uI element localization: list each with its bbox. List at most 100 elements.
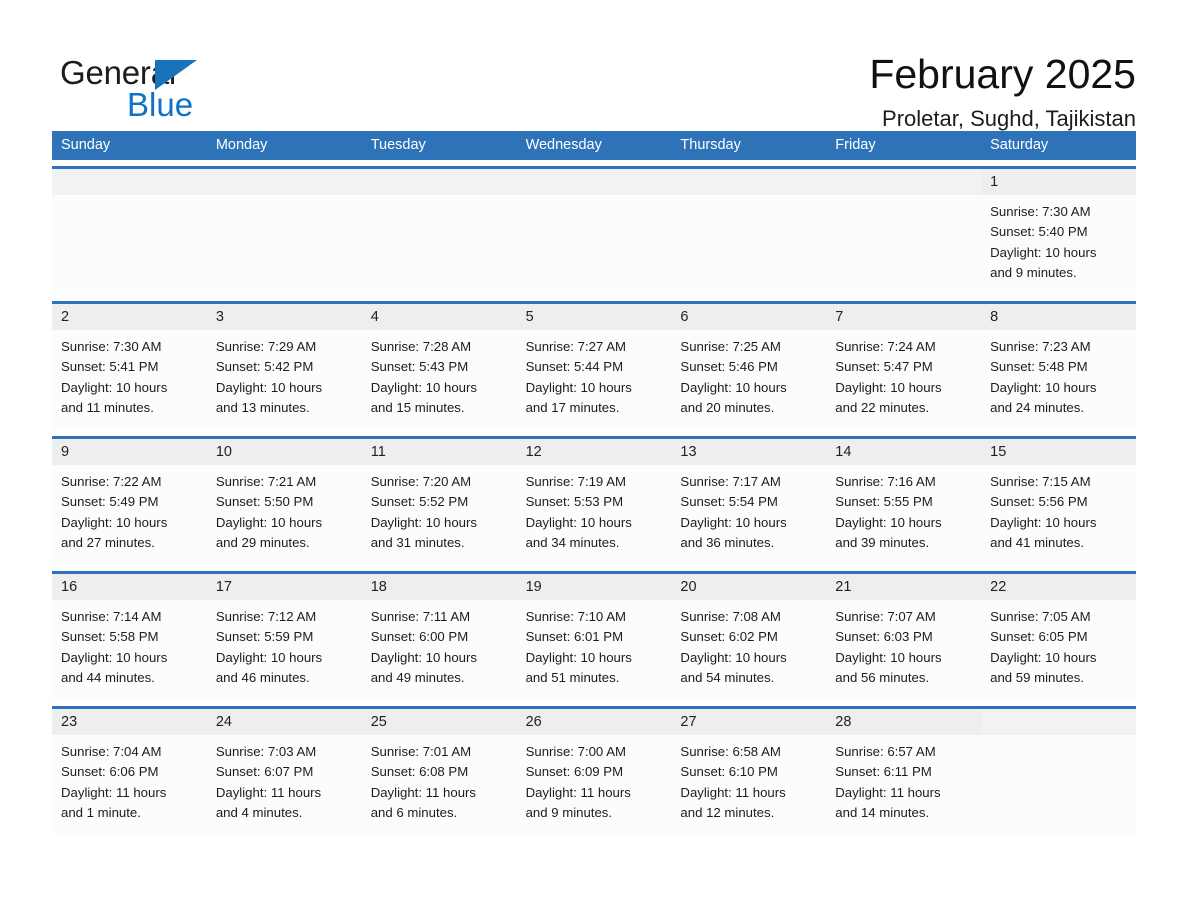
sunset-text: Sunset: 6:11 PM xyxy=(835,764,932,780)
day-cell-11[interactable]: 11 Sunrise: 7:20 AM Sunset: 5:52 PM Dayl… xyxy=(361,439,517,565)
day-cell-1[interactable]: 1 Sunrise: 7:30 AM Sunset: 5:40 PM Dayli… xyxy=(981,169,1136,295)
day-details: Sunrise: 7:24 AM Sunset: 5:47 PM Dayligh… xyxy=(826,330,981,430)
day-cell-26[interactable]: 26 Sunrise: 7:00 AM Sunset: 6:09 PM Dayl… xyxy=(516,709,672,835)
day-number: 6 xyxy=(680,309,689,325)
daylight-text-line1: Daylight: 11 hours xyxy=(525,784,631,800)
day-cell-23[interactable]: 23 Sunrise: 7:04 AM Sunset: 6:06 PM Dayl… xyxy=(52,709,207,835)
sunrise-text: Sunrise: 7:17 AM xyxy=(680,474,781,489)
daylight-text-line1: Daylight: 10 hours xyxy=(525,379,632,395)
day-number-band xyxy=(826,169,982,195)
day-details: Sunrise: 7:30 AM Sunset: 5:41 PM Dayligh… xyxy=(52,330,207,430)
sunrise-text: Sunrise: 7:01 AM xyxy=(370,744,472,759)
day-cell-15[interactable]: 15 Sunrise: 7:15 AM Sunset: 5:56 PM Dayl… xyxy=(981,439,1136,565)
day-number-band: 22 xyxy=(981,574,1136,600)
day-cell-18[interactable]: 18 Sunrise: 7:11 AM Sunset: 6:00 PM Dayl… xyxy=(361,574,517,700)
sunset-text: Sunset: 5:58 PM xyxy=(61,629,159,645)
daylight-text-line1: Daylight: 10 hours xyxy=(61,379,168,395)
sunrise-text: Sunrise: 7:27 AM xyxy=(525,339,626,354)
day-details xyxy=(362,195,517,295)
day-number: 7 xyxy=(835,309,844,325)
day-number-band xyxy=(981,709,1136,735)
daylight-text-line1: Daylight: 10 hours xyxy=(835,649,942,665)
day-details: Sunrise: 7:08 AM Sunset: 6:02 PM Dayligh… xyxy=(671,600,826,700)
day-number-band xyxy=(516,169,672,195)
day-cell-21[interactable]: 21 Sunrise: 7:07 AM Sunset: 6:03 PM Dayl… xyxy=(826,574,982,700)
weekday-header-sunday: Sunday xyxy=(61,137,111,153)
day-number-band: 13 xyxy=(671,439,827,465)
sunset-text: Sunset: 5:49 PM xyxy=(61,494,159,510)
day-cell-7[interactable]: 7 Sunrise: 7:24 AM Sunset: 5:47 PM Dayli… xyxy=(826,304,982,430)
day-cell-12[interactable]: 12 Sunrise: 7:19 AM Sunset: 5:53 PM Dayl… xyxy=(516,439,672,565)
page-title: February 2025 xyxy=(869,51,1136,97)
daylight-text-line1: Daylight: 11 hours xyxy=(215,784,322,800)
day-cell-8[interactable]: 8 Sunrise: 7:23 AM Sunset: 5:48 PM Dayli… xyxy=(981,304,1136,430)
day-details: Sunrise: 7:05 AM Sunset: 6:05 PM Dayligh… xyxy=(981,600,1136,700)
day-cell-22[interactable]: 22 Sunrise: 7:05 AM Sunset: 6:05 PM Dayl… xyxy=(981,574,1136,700)
sunrise-text: Sunrise: 7:23 AM xyxy=(990,339,1091,354)
day-details: Sunrise: 6:57 AM Sunset: 6:11 PM Dayligh… xyxy=(826,735,981,835)
daylight-text-line1: Daylight: 10 hours xyxy=(990,649,1097,665)
day-details: Sunrise: 7:15 AM Sunset: 5:56 PM Dayligh… xyxy=(981,465,1136,565)
day-number: 13 xyxy=(680,444,697,460)
week-row: 2 Sunrise: 7:30 AM Sunset: 5:41 PM Dayli… xyxy=(52,301,1136,430)
day-number-band: 10 xyxy=(206,439,362,465)
day-number: 10 xyxy=(215,444,232,460)
daylight-text-line2: and 34 minutes. xyxy=(525,534,620,550)
sunset-text: Sunset: 5:54 PM xyxy=(680,494,778,510)
day-number: 26 xyxy=(525,714,542,730)
day-details: Sunrise: 7:27 AM Sunset: 5:44 PM Dayligh… xyxy=(517,330,672,430)
daylight-text-line2: and 54 minutes. xyxy=(680,669,775,685)
day-cell-4[interactable]: 4 Sunrise: 7:28 AM Sunset: 5:43 PM Dayli… xyxy=(361,304,517,430)
sunrise-text: Sunrise: 6:58 AM xyxy=(680,744,781,759)
day-cell-19[interactable]: 19 Sunrise: 7:10 AM Sunset: 6:01 PM Dayl… xyxy=(516,574,672,700)
daylight-text-line1: Daylight: 10 hours xyxy=(990,379,1097,395)
sunrise-text: Sunrise: 7:30 AM xyxy=(990,204,1091,219)
daylight-text-line1: Daylight: 11 hours xyxy=(835,784,941,800)
sunrise-text: Sunrise: 7:22 AM xyxy=(61,474,162,489)
sunset-text: Sunset: 6:01 PM xyxy=(525,629,624,645)
sunset-text: Sunset: 5:47 PM xyxy=(835,359,933,375)
day-number: 20 xyxy=(680,579,697,595)
day-number: 28 xyxy=(835,714,852,730)
day-number-band xyxy=(361,169,517,195)
general-blue-logo[interactable]: General Blue xyxy=(52,48,252,121)
calendar-weeks: 1 Sunrise: 7:30 AM Sunset: 5:40 PM Dayli… xyxy=(52,166,1136,835)
sunset-text: Sunset: 5:59 PM xyxy=(215,629,314,645)
day-cell-20[interactable]: 20 Sunrise: 7:08 AM Sunset: 6:02 PM Dayl… xyxy=(671,574,827,700)
day-cell-5[interactable]: 5 Sunrise: 7:27 AM Sunset: 5:44 PM Dayli… xyxy=(516,304,672,430)
sunrise-text: Sunrise: 7:14 AM xyxy=(61,609,162,624)
weekday-header-friday: Friday xyxy=(835,137,876,153)
day-cell-27[interactable]: 27 Sunrise: 6:58 AM Sunset: 6:10 PM Dayl… xyxy=(671,709,827,835)
day-cell-empty xyxy=(826,169,982,295)
sunrise-text: Sunrise: 7:30 AM xyxy=(61,339,162,354)
sunrise-text: Sunrise: 7:16 AM xyxy=(835,474,936,489)
day-cell-28[interactable]: 28 Sunrise: 6:57 AM Sunset: 6:11 PM Dayl… xyxy=(826,709,982,835)
sunrise-text: Sunrise: 7:00 AM xyxy=(525,744,626,759)
day-details: Sunrise: 7:23 AM Sunset: 5:48 PM Dayligh… xyxy=(981,330,1136,430)
day-cell-25[interactable]: 25 Sunrise: 7:01 AM Sunset: 6:08 PM Dayl… xyxy=(361,709,517,835)
daylight-text-line2: and 56 minutes. xyxy=(835,669,930,685)
day-number: 8 xyxy=(990,309,999,325)
weekday-header-row: Sunday Monday Tuesday Wednesday Thursday… xyxy=(52,131,1136,160)
day-number: 21 xyxy=(835,579,852,595)
daylight-text-line2: and 15 minutes. xyxy=(370,399,465,415)
day-cell-3[interactable]: 3 Sunrise: 7:29 AM Sunset: 5:42 PM Dayli… xyxy=(206,304,362,430)
day-cell-10[interactable]: 10 Sunrise: 7:21 AM Sunset: 5:50 PM Dayl… xyxy=(206,439,362,565)
daylight-text-line1: Daylight: 10 hours xyxy=(680,379,787,395)
day-cell-16[interactable]: 16 Sunrise: 7:14 AM Sunset: 5:58 PM Dayl… xyxy=(52,574,207,700)
day-cell-6[interactable]: 6 Sunrise: 7:25 AM Sunset: 5:46 PM Dayli… xyxy=(671,304,827,430)
sunset-text: Sunset: 6:10 PM xyxy=(680,764,778,780)
sunset-text: Sunset: 5:52 PM xyxy=(370,494,469,510)
day-details: Sunrise: 7:10 AM Sunset: 6:01 PM Dayligh… xyxy=(517,600,672,700)
day-cell-24[interactable]: 24 Sunrise: 7:03 AM Sunset: 6:07 PM Dayl… xyxy=(206,709,362,835)
day-cell-14[interactable]: 14 Sunrise: 7:16 AM Sunset: 5:55 PM Dayl… xyxy=(826,439,982,565)
daylight-text-line2: and 44 minutes. xyxy=(61,669,155,685)
day-cell-9[interactable]: 9 Sunrise: 7:22 AM Sunset: 5:49 PM Dayli… xyxy=(52,439,207,565)
day-number: 4 xyxy=(370,309,379,325)
day-cell-2[interactable]: 2 Sunrise: 7:30 AM Sunset: 5:41 PM Dayli… xyxy=(52,304,207,430)
day-details: Sunrise: 7:11 AM Sunset: 6:00 PM Dayligh… xyxy=(362,600,517,700)
day-cell-13[interactable]: 13 Sunrise: 7:17 AM Sunset: 5:54 PM Dayl… xyxy=(671,439,827,565)
weekday-header-monday: Monday xyxy=(215,137,268,153)
day-cell-17[interactable]: 17 Sunrise: 7:12 AM Sunset: 5:59 PM Dayl… xyxy=(206,574,362,700)
day-number: 1 xyxy=(990,174,999,190)
